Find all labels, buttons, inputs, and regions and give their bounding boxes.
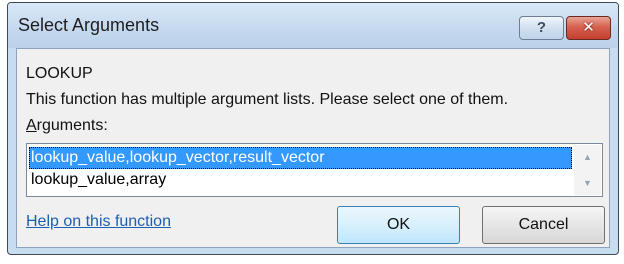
close-icon: ✕ bbox=[582, 19, 595, 36]
listbox-scrollbar[interactable]: ▲ ▼ bbox=[574, 145, 601, 195]
list-item-lookup-vector-form[interactable]: lookup_value,lookup_vector,result_vector bbox=[29, 147, 572, 169]
help-on-function-link[interactable]: Help on this function bbox=[26, 213, 171, 231]
dialog-title: Select Arguments bbox=[18, 15, 160, 35]
arguments-listbox[interactable]: lookup_value,lookup_vector,result_vector… bbox=[26, 143, 603, 197]
dialog-body: LOOKUP This function has multiple argume… bbox=[16, 48, 610, 248]
ok-button[interactable]: OK bbox=[337, 206, 460, 244]
select-arguments-dialog: Select Arguments ? ✕ LOOKUP This functio… bbox=[7, 2, 619, 255]
title-bar[interactable]: Select Arguments ? ✕ bbox=[8, 3, 618, 48]
scroll-up-arrow-icon[interactable]: ▲ bbox=[574, 145, 601, 169]
cancel-button[interactable]: Cancel bbox=[482, 206, 605, 244]
close-button[interactable]: ✕ bbox=[566, 16, 611, 40]
help-button[interactable]: ? bbox=[519, 16, 564, 40]
dialog-description: This function has multiple argument list… bbox=[26, 91, 509, 108]
list-item-array-form[interactable]: lookup_value,array bbox=[29, 169, 572, 191]
arguments-label: Arguments: bbox=[26, 117, 108, 135]
arguments-label-text: rguments: bbox=[36, 117, 108, 134]
function-name: LOOKUP bbox=[26, 65, 93, 82]
question-mark-icon: ? bbox=[536, 19, 547, 36]
arguments-label-hotkey: A bbox=[26, 117, 37, 134]
scroll-down-arrow-icon[interactable]: ▼ bbox=[574, 171, 601, 195]
